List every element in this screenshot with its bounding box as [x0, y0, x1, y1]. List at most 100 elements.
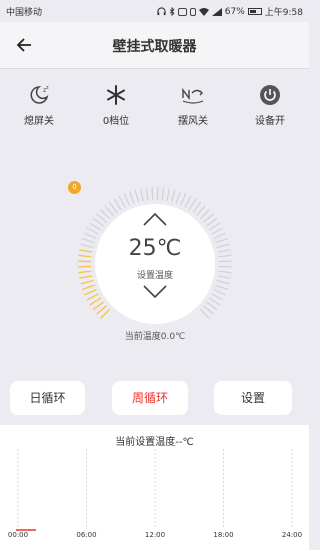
dial-tick — [84, 289, 97, 296]
dial-tick — [79, 249, 93, 253]
dial-tick — [86, 293, 99, 301]
dial-tick — [199, 209, 210, 220]
mode-toolbar: z z 熄屏关 0档位 摆风关 设备开 — [0, 84, 309, 134]
dial-tick — [79, 275, 93, 279]
dial-tick — [82, 284, 95, 290]
mode-label-swing: 摆风关 — [178, 116, 208, 127]
dial-tick — [208, 297, 221, 306]
dial-tick — [92, 301, 104, 311]
dial-tick — [218, 270, 232, 274]
dial-tick — [184, 195, 192, 208]
battery-icon — [247, 8, 262, 15]
dial-tick — [199, 308, 210, 319]
dial-tick — [175, 191, 181, 204]
dial-tick — [96, 305, 107, 315]
nfc-icon — [177, 7, 187, 16]
mode-label-screen: 熄屏关 — [24, 116, 54, 127]
swing-icon — [182, 87, 204, 104]
dial-tick — [215, 284, 228, 290]
vibrate-icon — [189, 7, 196, 16]
page-title: 壁挂式取暖器 — [112, 39, 197, 55]
mode-label-power: 设备开 — [255, 116, 285, 127]
dial-tick — [161, 187, 165, 201]
swing-toggle[interactable]: 摆风关 — [163, 84, 223, 127]
dial-start-badge: 0 — [68, 181, 81, 194]
bluetooth-icon — [169, 7, 175, 16]
dial-tick — [123, 193, 130, 206]
dial-tick — [80, 279, 94, 285]
dial-tick — [217, 249, 231, 253]
dial-tick — [206, 217, 218, 227]
dial-tick — [84, 232, 97, 239]
dial-ring[interactable] — [60, 182, 250, 347]
battery-percent: 67% — [224, 6, 245, 17]
weekly-cycle-button[interactable]: 周循环 — [112, 381, 188, 415]
chart-x-tick: 24:00 — [281, 531, 303, 539]
header-bar: 壁挂式取暖器 — [0, 22, 309, 68]
dial-tick — [211, 293, 224, 301]
status-icons: 67% 上午9:58 — [157, 5, 303, 18]
dial-tick — [140, 188, 144, 202]
temp-down-icon[interactable] — [142, 284, 168, 300]
dial-tick — [100, 308, 111, 319]
carrier-label: 中国移动 — [6, 8, 43, 18]
dial-tick — [86, 227, 99, 235]
dial-tick — [216, 279, 230, 285]
dial-tick — [108, 201, 118, 213]
settings-button[interactable]: 设置 — [214, 381, 292, 415]
chart-x-tick: 18:00 — [213, 531, 234, 539]
dial-tick — [211, 227, 224, 235]
dial-tick — [203, 305, 214, 315]
set-temperature-value: 25℃ — [128, 236, 182, 261]
temp-up-icon[interactable] — [142, 211, 168, 227]
dial-tick — [208, 222, 221, 231]
schedule-chart: 当前设置温度--℃ 00:00 06:00 12:00 18:00 24:00 — [0, 425, 309, 550]
dial-tick — [104, 205, 114, 216]
status-bar: 中国移动 67% 上午9:58 — [0, 0, 309, 22]
dial-tick — [203, 213, 214, 223]
snowflake-icon — [107, 85, 125, 105]
dial-tick — [80, 243, 94, 249]
set-temperature-label: 设置温度 — [136, 271, 173, 281]
power-toggle[interactable]: 设备开 — [240, 84, 300, 127]
dial-tick — [100, 209, 111, 220]
dial-tick — [78, 270, 92, 274]
dial-tick — [134, 189, 140, 203]
chart-x-tick: 12:00 — [144, 531, 166, 539]
dial-tick — [113, 198, 122, 211]
power-icon — [260, 85, 280, 105]
dial-tick — [196, 205, 206, 216]
dial-tick — [213, 232, 226, 239]
dial-tick — [206, 301, 218, 311]
dial-tick — [217, 275, 231, 279]
daily-cycle-button[interactable]: 日循环 — [10, 381, 85, 415]
dial-tick — [89, 297, 102, 306]
dial-tick — [192, 201, 202, 213]
chart-x-tick: 00:00 — [7, 531, 29, 539]
dial-tick — [118, 195, 126, 208]
moon-sleep-icon: z z — [30, 85, 49, 104]
dial-tick — [82, 238, 95, 244]
svg-text:z: z — [46, 85, 49, 91]
signal-icon — [211, 7, 222, 16]
dial-tick — [213, 289, 226, 296]
headset-icon — [157, 7, 166, 16]
dial-tick — [129, 191, 135, 204]
wifi-icon — [198, 7, 209, 16]
temperature-dial[interactable] — [60, 182, 250, 347]
dial-tick — [188, 198, 197, 211]
mode-label-gear: 0档位 — [102, 116, 130, 127]
clock: 上午9:58 — [264, 8, 303, 18]
dial-tick — [215, 238, 228, 244]
header-divider — [0, 68, 309, 69]
dial-tick — [89, 222, 102, 231]
current-temperature: 当前温度0.0℃ — [124, 332, 186, 342]
dial-tick — [170, 189, 176, 203]
chart-x-tick: 06:00 — [76, 531, 97, 539]
gear-level-toggle[interactable]: 0档位 — [86, 84, 146, 127]
screen-off-toggle[interactable]: z z 熄屏关 — [9, 84, 69, 127]
dial-tick — [216, 243, 230, 249]
dial-tick — [145, 187, 149, 201]
dial-tick — [96, 213, 107, 223]
dial-tick — [180, 193, 187, 206]
